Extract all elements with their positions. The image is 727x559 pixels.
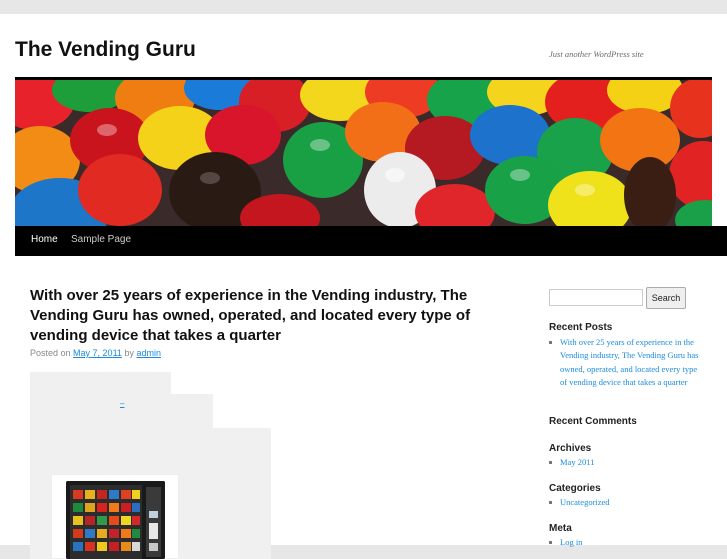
categories-title: Categories [549,483,601,494]
content-block [30,372,171,394]
archives-list: May 2011 [549,456,704,469]
search-input[interactable] [549,289,643,306]
list-item: With over 25 years of experience in the … [549,336,704,390]
header-image-candies [15,80,712,226]
recent-comments-title: Recent Comments [549,416,637,427]
meta-list: Log in [549,536,704,549]
categories-list: Uncategorized [549,496,704,509]
inline-link[interactable]: – [120,399,124,408]
page: The Vending Guru Just another WordPress … [0,14,727,559]
archives-title: Archives [549,443,592,454]
login-link[interactable]: Log in [560,537,582,547]
site-title[interactable]: The Vending Guru [15,38,196,62]
list-item: Log in [549,536,704,549]
post-meta: Posted on May 7, 2011 by admin [30,348,161,358]
search-button[interactable]: Search [646,287,686,309]
post-date-link[interactable]: May 7, 2011 [73,348,122,358]
recent-posts-title: Recent Posts [549,322,613,333]
post-title[interactable]: With over 25 years of experience in the … [30,286,505,346]
nav-item-home[interactable]: Home [31,234,58,245]
nav-item-sample-page[interactable]: Sample Page [71,234,131,245]
meta-title: Meta [549,523,572,534]
site-description: Just another WordPress site [549,49,644,59]
by-label: by [124,348,134,358]
list-item: May 2011 [549,456,704,469]
recent-posts-list: With over 25 years of experience in the … [549,336,704,390]
recent-post-link[interactable]: With over 25 years of experience in the … [560,337,698,387]
vending-machine-image[interactable] [66,481,165,559]
archive-link[interactable]: May 2011 [560,457,594,467]
posted-on-label: Posted on [30,348,71,358]
category-link[interactable]: Uncategorized [560,497,610,507]
list-item: Uncategorized [549,496,704,509]
author-link[interactable]: admin [136,348,161,358]
main-navigation: Home Sample Page [15,226,727,256]
